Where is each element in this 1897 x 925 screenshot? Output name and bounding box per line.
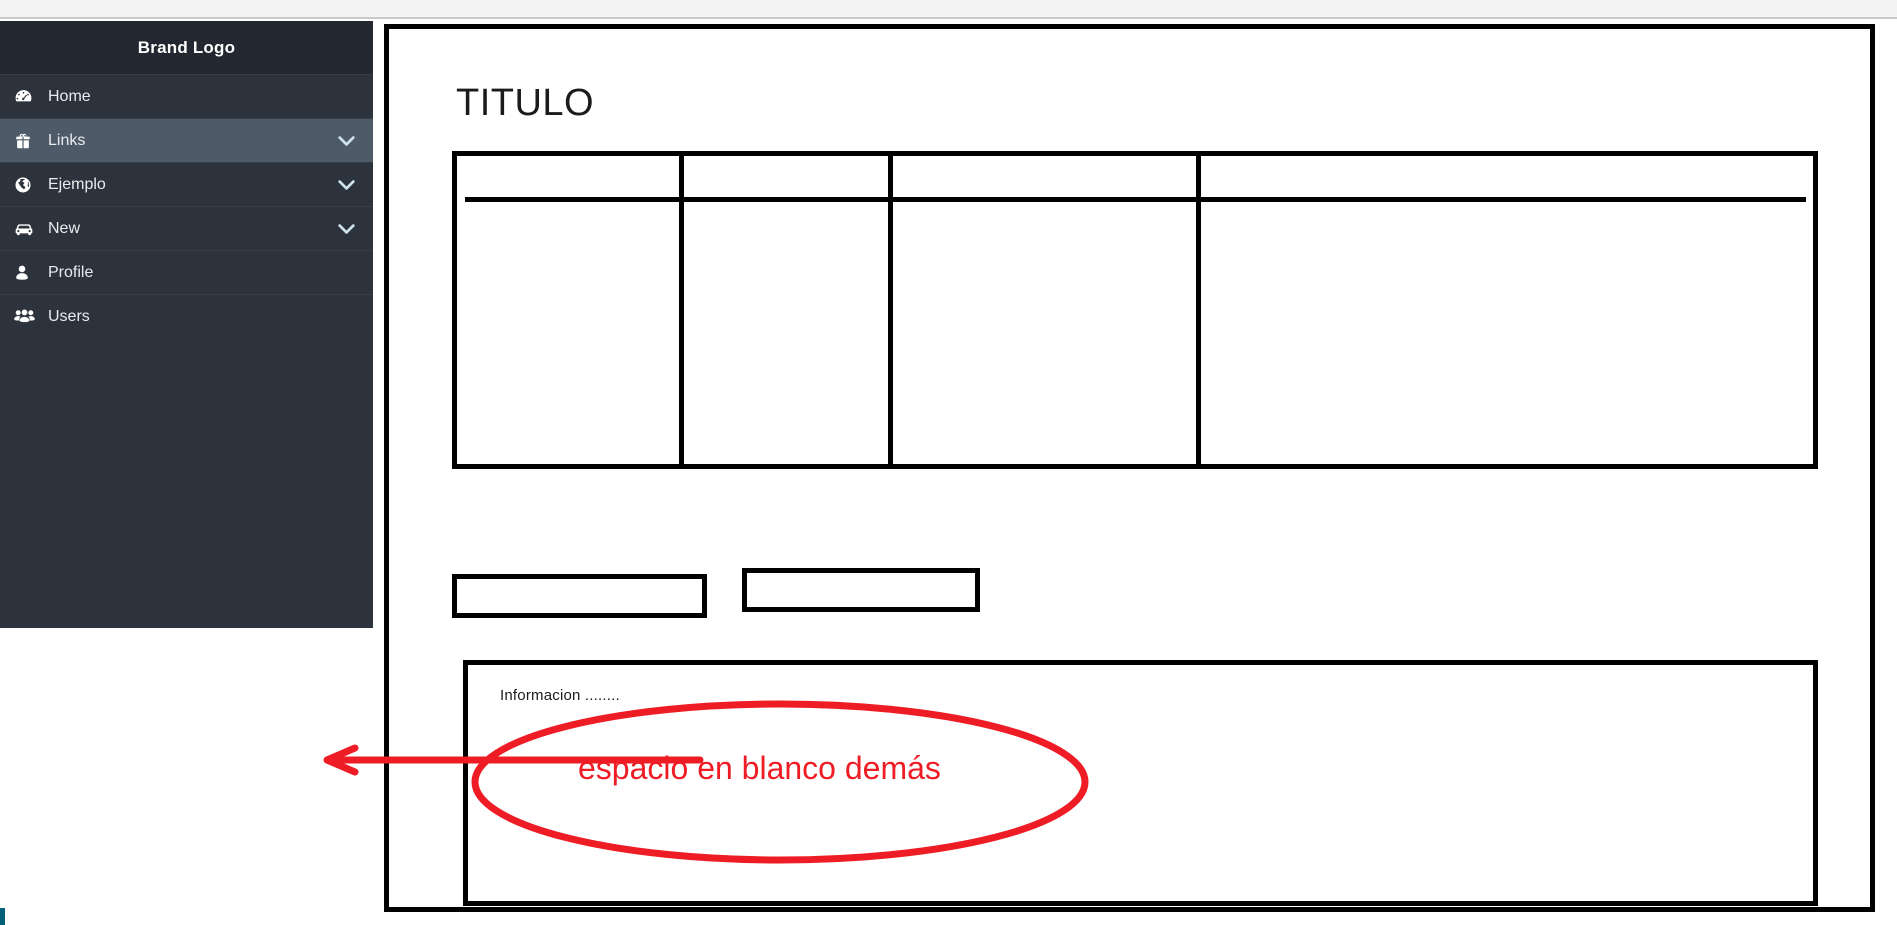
input-box-left[interactable] bbox=[452, 574, 707, 618]
table-header-divider bbox=[684, 197, 888, 202]
sidebar-item-label: New bbox=[48, 219, 81, 237]
sidebar-item-home[interactable]: Home bbox=[0, 74, 373, 118]
table-column-divider bbox=[888, 156, 893, 464]
sidebar-item-ejemplo[interactable]: Ejemplo bbox=[0, 162, 373, 206]
table-header-divider bbox=[1201, 197, 1806, 202]
sidebar-item-links[interactable]: Links bbox=[0, 118, 373, 162]
sidebar-item-label: Profile bbox=[48, 263, 94, 281]
app-window: Brand Logo Home Links Ejemplo New Profil… bbox=[0, 0, 1897, 925]
page-title: TITULO bbox=[456, 82, 595, 124]
sidebar-item-label: Links bbox=[48, 131, 86, 149]
sidebar-item-users[interactable]: Users bbox=[0, 294, 373, 338]
annotation-label: espacio en blanco demás bbox=[578, 750, 941, 786]
annotation-arrow-head bbox=[323, 744, 359, 776]
sidebar-item-new[interactable]: New bbox=[0, 206, 373, 250]
sidebar-item-label: Users bbox=[48, 307, 90, 325]
users-icon bbox=[14, 308, 42, 325]
teal-caret-marker bbox=[0, 908, 5, 925]
globe-icon bbox=[14, 176, 42, 194]
brand-logo[interactable]: Brand Logo bbox=[0, 21, 373, 74]
table-column-divider bbox=[1196, 156, 1201, 464]
sidebar: Brand Logo Home Links Ejemplo New Profil… bbox=[0, 21, 373, 628]
car-icon bbox=[14, 219, 42, 239]
table-header-divider bbox=[465, 197, 679, 202]
input-box-right[interactable] bbox=[742, 568, 980, 612]
gift-icon bbox=[14, 132, 42, 150]
wireframe-table bbox=[452, 151, 1818, 469]
sidebar-item-label: Home bbox=[48, 87, 91, 105]
dashboard-icon bbox=[14, 87, 42, 106]
table-column-divider bbox=[679, 156, 684, 464]
chevron-down-icon[interactable] bbox=[338, 179, 355, 190]
browser-top-strip bbox=[0, 0, 1897, 19]
info-panel-text: Informacion ........ bbox=[500, 687, 620, 704]
sidebar-item-profile[interactable]: Profile bbox=[0, 250, 373, 294]
brand-logo-label: Brand Logo bbox=[137, 37, 236, 57]
table-header-divider bbox=[893, 197, 1196, 202]
user-icon bbox=[14, 264, 42, 282]
chevron-down-icon[interactable] bbox=[338, 223, 355, 234]
chevron-down-icon[interactable] bbox=[338, 135, 355, 146]
sidebar-item-label: Ejemplo bbox=[48, 175, 106, 193]
